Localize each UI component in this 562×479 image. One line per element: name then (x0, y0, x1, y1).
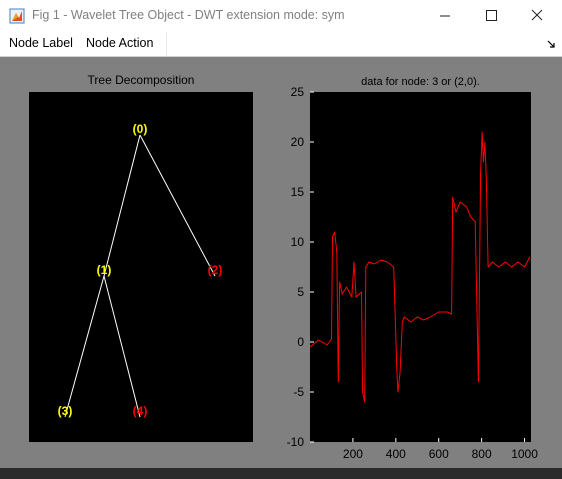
y-tick-label: -5 (293, 385, 304, 399)
signal-axes: -10 -5 0 5 10 15 20 25 200 400 600 800 1000 (287, 85, 539, 461)
signal-axes-background (310, 92, 531, 442)
figure-window: Fig 1 - Wavelet Tree Object - DWT extens… (0, 0, 562, 479)
y-tick-label: 15 (291, 185, 305, 199)
y-tick-label: -10 (287, 435, 305, 449)
x-tick-label: 600 (429, 447, 449, 461)
y-tick-label: 10 (291, 235, 305, 249)
x-tick-label: 200 (343, 447, 363, 461)
x-tick-label: 800 (472, 447, 492, 461)
y-tick-label: 20 (291, 135, 305, 149)
y-tick-label: 25 (291, 85, 305, 99)
background-strip (0, 468, 562, 479)
x-tick-label: 400 (386, 447, 406, 461)
x-tick-label: 1000 (511, 447, 538, 461)
y-tick-label: 5 (297, 285, 304, 299)
y-tick-label: 0 (297, 335, 304, 349)
